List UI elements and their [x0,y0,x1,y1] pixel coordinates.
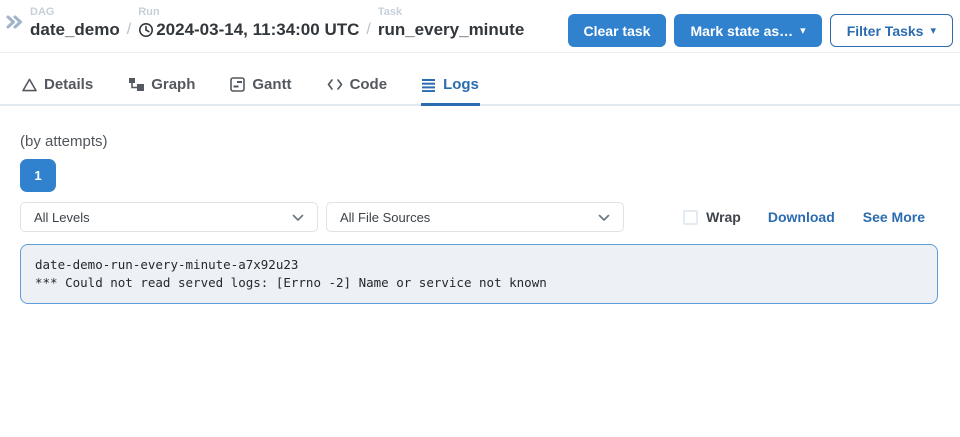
tab-graph-label: Graph [151,76,195,93]
wrap-checkbox[interactable] [683,210,698,225]
tab-details[interactable]: Details [21,76,94,106]
log-controls: All Levels All File Sources Wrap Downloa… [20,202,938,232]
tab-gantt-label: Gantt [252,76,291,93]
gantt-chart-icon [230,77,245,92]
tab-graph[interactable]: Graph [127,76,196,106]
file-source-value: All File Sources [340,210,430,225]
mark-state-as-button[interactable]: Mark state as… ▾ [674,14,821,47]
download-link[interactable]: Download [768,209,835,225]
log-line: *** Could not read served logs: [Errno -… [35,274,923,292]
attempt-1-button[interactable]: 1 [20,159,56,192]
log-line: date-demo-run-every-minute-a7x92u23 [35,256,923,274]
dag-name[interactable]: date_demo [30,19,120,41]
breadcrumb-task[interactable]: Task run_every_minute [378,6,524,41]
breadcrumb-separator: / [120,21,138,41]
breadcrumb-dag[interactable]: DAG date_demo [30,6,120,41]
breadcrumb-separator: / [359,21,377,41]
logs-panel: (by attempts) 1 All Levels All File Sour… [0,106,960,304]
header-actions: Clear task Mark state as… ▾ Filter Tasks… [568,14,954,47]
task-name[interactable]: run_every_minute [378,19,524,41]
wrap-toggle[interactable]: Wrap [683,209,741,225]
attempts-caption: (by attempts) [20,133,938,150]
see-more-link[interactable]: See More [863,209,925,225]
log-level-value: All Levels [34,210,90,225]
breadcrumb-run[interactable]: Run 2024-03-14, 11:34:00 UTC [138,6,359,41]
tab-code-label: Code [350,76,388,93]
tab-gantt[interactable]: Gantt [229,76,292,106]
log-level-select[interactable]: All Levels [20,202,318,232]
chevron-down-icon [598,210,610,225]
log-actions: Wrap Download See More [683,209,925,225]
log-output[interactable]: date-demo-run-every-minute-a7x92u23*** C… [20,244,938,304]
toggle-grid-panel-icon[interactable] [5,14,24,30]
mark-state-as-label: Mark state as… [690,23,793,39]
code-brackets-icon [327,78,343,91]
graph-nodes-icon [128,77,144,92]
tab-logs[interactable]: Logs [421,76,480,106]
run-label: Run [138,6,359,19]
clear-task-button[interactable]: Clear task [568,14,667,47]
caret-down-icon: ▾ [930,26,936,37]
file-source-select[interactable]: All File Sources [326,202,624,232]
log-lines-icon [422,78,436,92]
caret-down-icon: ▾ [800,26,806,37]
tab-details-label: Details [44,76,93,93]
filter-tasks-label: Filter Tasks [847,23,924,39]
warning-triangle-icon [22,78,37,92]
task-instance-header: DAG date_demo / Run 2024-03-14, 11:34:00… [0,0,960,53]
clear-task-label: Clear task [584,23,651,39]
task-label: Task [378,6,524,19]
chevron-down-icon [292,210,304,225]
breadcrumb: DAG date_demo / Run 2024-03-14, 11:34:00… [5,6,524,41]
filter-tasks-button[interactable]: Filter Tasks ▾ [830,14,953,47]
dag-label: DAG [30,6,120,19]
tab-logs-label: Logs [443,76,479,93]
tab-code[interactable]: Code [326,76,389,106]
run-timestamp-text: 2024-03-14, 11:34:00 UTC [156,19,359,41]
clock-icon [138,22,154,38]
tab-bar: Details Graph Gantt Code [0,53,960,106]
wrap-label: Wrap [706,209,741,225]
run-timestamp[interactable]: 2024-03-14, 11:34:00 UTC [138,19,359,41]
